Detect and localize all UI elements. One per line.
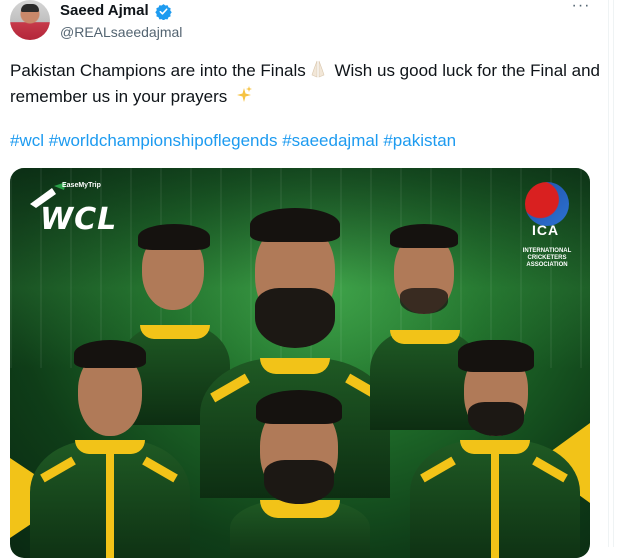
hashtag-link[interactable]: #worldchampionshipoflegends xyxy=(49,131,278,150)
tweet-text-part1: Pakistan Champions are into the Finals xyxy=(10,61,306,80)
more-options-icon[interactable]: ··· xyxy=(570,0,592,16)
hashtag-link[interactable]: #saeedajmal xyxy=(282,131,378,150)
ica-letters: ICA xyxy=(532,222,560,238)
tweet-media-image[interactable]: EaseMyTrip WCL ICA INTERNATIONAL CRICKET… xyxy=(10,168,590,558)
column-divider xyxy=(608,0,609,547)
player-figure xyxy=(410,340,580,558)
hashtag-link[interactable]: #pakistan xyxy=(383,131,456,150)
hashtag-row: #wcl #worldchampionshipoflegends #saeeda… xyxy=(10,131,456,151)
author-handle[interactable]: @REALsaeedajmal xyxy=(60,24,182,40)
hashtag-link[interactable]: #wcl xyxy=(10,131,44,150)
column-divider xyxy=(613,0,614,547)
player-figure xyxy=(230,390,370,558)
wcl-sponsor-text: EaseMyTrip xyxy=(62,182,101,189)
praying-hands-emoji xyxy=(311,60,325,78)
ica-globe-icon xyxy=(525,182,569,226)
ica-logo: ICA INTERNATIONAL CRICKETERS ASSOCIATION xyxy=(510,182,584,272)
avatar[interactable] xyxy=(10,0,50,40)
ica-caption: INTERNATIONAL CRICKETERS ASSOCIATION xyxy=(522,248,572,268)
sparkles-emoji xyxy=(237,86,253,102)
verified-badge-icon xyxy=(155,4,172,20)
author-name[interactable]: Saeed Ajmal xyxy=(60,2,149,19)
tweet-text: Pakistan Champions are into the Finals W… xyxy=(10,58,605,110)
wcl-logo-text: WCL xyxy=(40,202,118,237)
player-figure xyxy=(30,340,190,558)
